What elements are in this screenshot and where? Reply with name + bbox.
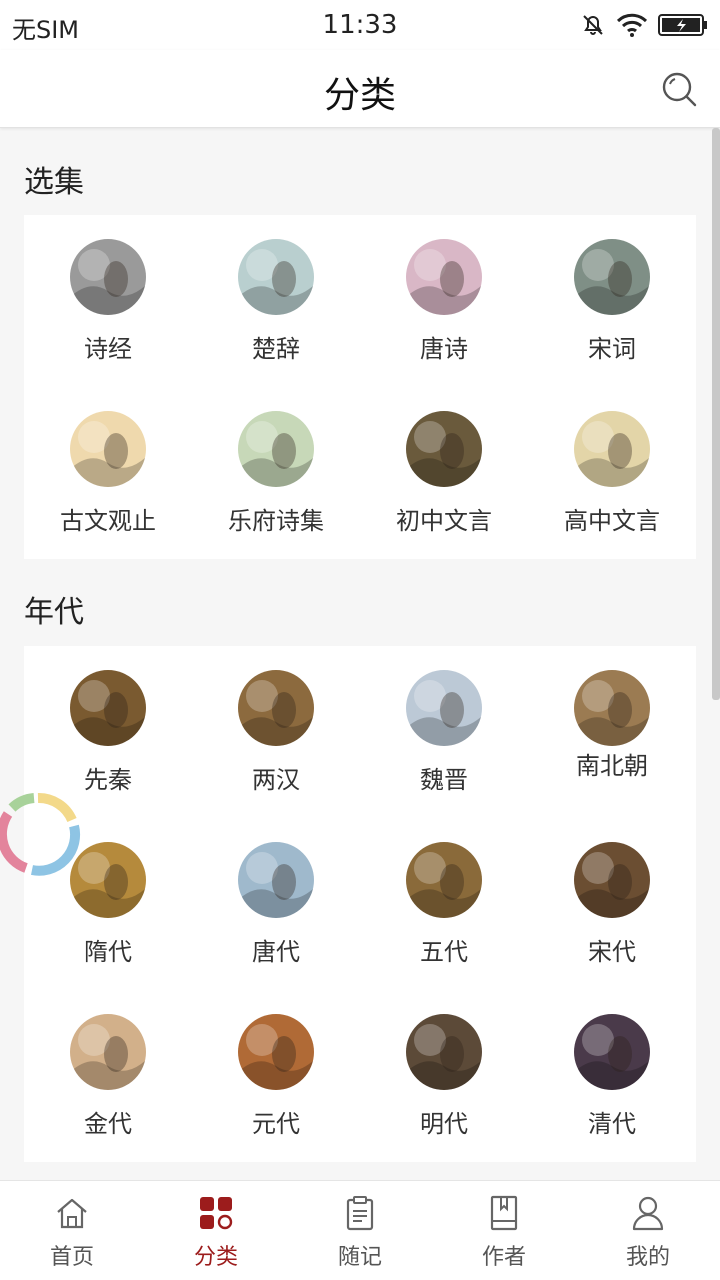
wifi-icon [616,13,648,37]
category-grid: 先秦 两汉 魏晋 南北朝 隋代 唐代 五代 宋代 金代 元代 明代 清代 [24,646,696,1162]
category-item[interactable]: 初中文言 [360,387,528,559]
category-label: 诗经 [84,335,132,363]
lady-umbrella-thumbnail [406,239,482,315]
status-bar: 无SIM 11:33 [0,0,720,50]
misty-mountain-thumbnail [574,239,650,315]
category-label: 唐代 [252,938,300,966]
tab-bar: 首页 分类 随记 作者 我的 [0,1180,720,1280]
category-label: 两汉 [252,766,300,794]
category-label: 明代 [420,1110,468,1138]
calligraphy-scholar-thumbnail [70,411,146,487]
bronze-dragon-thumbnail [70,670,146,746]
home-icon [57,1198,87,1229]
battery-charging-icon [658,14,707,36]
pavilion-painting-thumbnail [574,842,650,918]
ming-official-thumbnail [406,1014,482,1090]
section-title: 年代 [24,595,84,630]
section-title: 选集 [24,165,84,200]
ink-landscape-thumbnail [70,239,146,315]
category-content[interactable]: 选集 诗经 楚辞 唐诗 宋词 古文观止 乐府诗集 初中文言 高中文言 年代 先秦 两汉 魏晋 南北朝 隋代唐… [0,129,720,1179]
category-label: 宋词 [588,335,636,363]
beauty-portrait-thumbnail [406,670,482,746]
status-icons [580,10,708,40]
birds-painting-thumbnail [406,842,482,918]
reclining-poet-thumbnail [238,842,314,918]
clipboard-note-icon [346,1196,374,1231]
scroll-painting-thumbnail [574,411,650,487]
category-item[interactable]: 乐府诗集 [192,387,360,559]
category-item[interactable]: 宋代 [528,818,696,990]
category-item[interactable]: 五代 [360,818,528,990]
category-item[interactable]: 古文观止 [24,387,192,559]
stone-relief-thumbnail [238,670,314,746]
category-label: 清代 [588,1110,636,1138]
category-item[interactable]: 宋词 [528,215,696,387]
category-label: 元代 [252,1110,300,1138]
category-item[interactable]: 唐代 [192,818,360,990]
flower-calligraphy-thumbnail [238,411,314,487]
category-label: 楚辞 [252,335,300,363]
tab-notes[interactable]: 随记 [288,1181,432,1280]
category-item[interactable]: 元代 [192,990,360,1162]
mural-figures-thumbnail [238,1014,314,1090]
tab-label: 作者 [481,1245,526,1270]
category-item[interactable]: 唐诗 [360,215,528,387]
book-icon [490,1195,518,1231]
category-item[interactable]: 两汉 [192,646,360,818]
category-label: 唐诗 [420,335,468,363]
search-icon[interactable] [660,70,698,108]
scrollbar[interactable] [712,128,720,700]
category-label: 高中文言 [564,507,660,535]
mute-bell-icon [583,15,603,35]
category-label: 古文观止 [60,507,156,535]
category-label: 乐府诗集 [228,507,324,535]
gilt-beast-thumbnail [70,1014,146,1090]
nav-bar: 分类 [0,50,720,128]
tab-label: 首页 [49,1245,94,1270]
mountain-landscape-thumbnail [238,239,314,315]
category-item[interactable]: 明代 [360,990,528,1162]
category-label: 隋代 [84,938,132,966]
category-grid-icon [200,1197,233,1230]
category-item[interactable]: 楚辞 [192,215,360,387]
tab-label: 我的 [625,1245,670,1270]
tab-mine[interactable]: 我的 [576,1181,720,1280]
tab-category[interactable]: 分类 [144,1181,288,1280]
tab-home[interactable]: 首页 [0,1181,144,1280]
loading-spinner-icon [0,793,81,876]
category-item[interactable]: 高中文言 [528,387,696,559]
confucius-portrait-thumbnail [406,411,482,487]
person-icon [632,1196,664,1231]
tab-label: 分类 [193,1245,238,1270]
qing-official-thumbnail [574,1014,650,1090]
category-item[interactable]: 清代 [528,990,696,1162]
category-item[interactable]: 金代 [24,990,192,1162]
category-label: 五代 [420,938,468,966]
category-item[interactable]: 诗经 [24,215,192,387]
tab-label: 随记 [337,1245,382,1270]
category-label: 初中文言 [396,507,492,535]
category-label: 金代 [84,1110,132,1138]
tab-authors[interactable]: 作者 [432,1181,576,1280]
seated-scholar-thumbnail [574,670,650,746]
page-title: 分类 [323,75,396,116]
category-label: 宋代 [588,938,636,966]
category-item[interactable]: 魏晋 [360,646,528,818]
category-item[interactable]: 南北朝 [528,646,696,818]
category-label: 南北朝 [576,752,648,780]
category-grid: 诗经 楚辞 唐诗 宋词古文观止 乐府诗集 初中文言 高中文言 [24,215,696,559]
category-label: 魏晋 [420,766,468,794]
